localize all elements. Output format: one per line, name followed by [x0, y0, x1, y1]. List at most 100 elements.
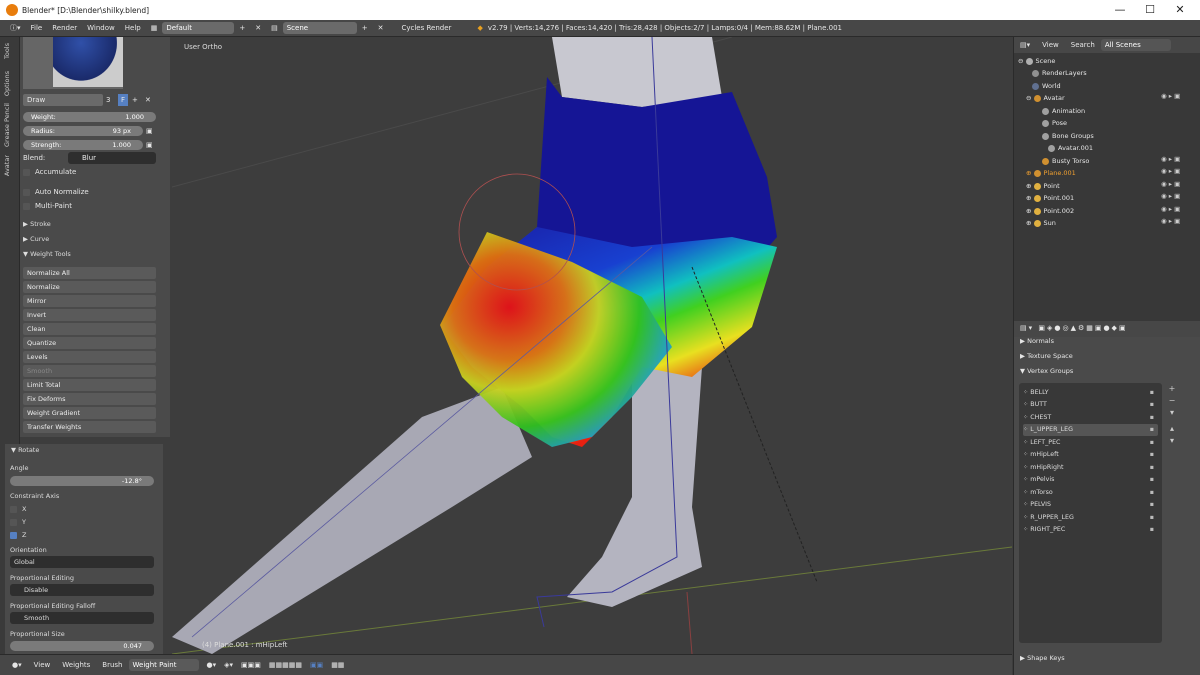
visibility-icon[interactable]: ◉ ▸ ▣	[1161, 167, 1180, 175]
fix-deforms-button[interactable]: Fix Deforms	[23, 393, 156, 405]
lock-icon[interactable]: ▪	[1150, 449, 1154, 461]
limit-total-button[interactable]: Limit Total	[23, 379, 156, 391]
shading-icon[interactable]: ●▾	[203, 661, 221, 669]
falloff-select[interactable]: Smooth	[10, 612, 154, 624]
outliner-item[interactable]: ⊖ Scene	[1018, 55, 1055, 67]
mode-select[interactable]: Weight Paint	[128, 659, 199, 671]
menu-file[interactable]: File	[26, 24, 48, 32]
move-down-icon[interactable]: ▾	[1166, 435, 1178, 447]
remove-vertex-group-icon[interactable]: −	[1166, 395, 1178, 407]
texture-space-section[interactable]: ▶ Texture Space	[1020, 350, 1073, 362]
menu-weights[interactable]: Weights	[56, 661, 96, 669]
lock-icon[interactable]: ▪	[1150, 387, 1154, 399]
lock-icon[interactable]: ▪	[1150, 412, 1154, 424]
vertex-group-item[interactable]: ⁘ BELLY ▪	[1023, 387, 1158, 399]
tab-grease-pencil[interactable]: Grease Pencil	[3, 103, 11, 147]
menu-render[interactable]: Render	[47, 24, 82, 32]
vertex-group-item[interactable]: ⁘ R_UPPER_LEG ▪	[1023, 512, 1158, 524]
visibility-icon[interactable]: ◉ ▸ ▣	[1161, 180, 1180, 188]
lock-icon[interactable]: ▪	[1150, 524, 1154, 536]
outliner-item[interactable]: ⊕ Point	[1026, 180, 1060, 192]
lock-icon[interactable]: ▪	[1150, 499, 1154, 511]
operator-title[interactable]: ▼ Rotate	[11, 446, 39, 454]
stroke-section[interactable]: ▶ Stroke	[23, 220, 51, 228]
vertex-group-item[interactable]: ⁘ mHipLeft ▪	[1023, 449, 1158, 461]
menu-window[interactable]: Window	[82, 24, 120, 32]
outliner-item[interactable]: ⊕ Point.001	[1026, 192, 1074, 204]
lock-icon[interactable]: ▪	[1150, 487, 1154, 499]
render-engine-select[interactable]: Cycles Render	[396, 24, 472, 32]
weight-tools-section[interactable]: ▼ Weight Tools	[23, 250, 71, 258]
normals-section[interactable]: ▶ Normals	[1020, 335, 1054, 347]
viewport-scene[interactable]	[172, 37, 1012, 654]
vertex-group-item[interactable]: ⁘ mPelvis ▪	[1023, 474, 1158, 486]
tab-avatar[interactable]: Avatar	[3, 155, 11, 176]
clean-button[interactable]: Clean	[23, 323, 156, 335]
axis-z-checkbox[interactable]: Z	[10, 531, 26, 539]
multi-paint-checkbox[interactable]: Multi-Paint	[23, 200, 72, 212]
tab-options[interactable]: Options	[3, 71, 11, 96]
lock-icon[interactable]: ▪	[1150, 462, 1154, 474]
close-icon[interactable]: ✕	[1160, 0, 1200, 20]
outliner-item[interactable]: World	[1032, 80, 1061, 92]
visibility-icon[interactable]: ◉ ▸ ▣	[1161, 92, 1180, 100]
new-brush-icon[interactable]: +	[132, 94, 138, 106]
unlink-brush-icon[interactable]: ✕	[145, 94, 151, 106]
axis-x-checkbox[interactable]: X	[10, 505, 26, 513]
tab-tools[interactable]: Tools	[3, 43, 11, 59]
vertex-group-item[interactable]: ⁘ LEFT_PEC ▪	[1023, 437, 1158, 449]
lock-icon[interactable]: ▪	[1150, 474, 1154, 486]
remove-layout-icon[interactable]: ✕	[250, 24, 266, 32]
vertex-group-item[interactable]: ⁘ mHipRight ▪	[1023, 462, 1158, 474]
lock-icon[interactable]: ▪	[1150, 424, 1154, 436]
visibility-icon[interactable]: ◉ ▸ ▣	[1161, 205, 1180, 213]
lock-icon[interactable]: ▪	[1150, 512, 1154, 524]
normalize-all-button[interactable]: Normalize All	[23, 267, 156, 279]
visibility-icon[interactable]: ◉ ▸ ▣	[1161, 217, 1180, 225]
render-preview-icon[interactable]: ▦▦	[327, 661, 348, 669]
add-scene-icon[interactable]: +	[357, 24, 373, 32]
outliner-item-selected[interactable]: ⊕ Plane.001	[1026, 167, 1076, 179]
add-vertex-group-icon[interactable]: +	[1166, 383, 1178, 395]
lock-icon[interactable]: ▪	[1150, 399, 1154, 411]
layout-icon[interactable]: ▦	[146, 24, 163, 32]
outliner-item[interactable]: ⊕ Sun	[1026, 217, 1056, 229]
properties-tab-icons[interactable]: ▤▾ ▣◈●◎▲⚙▦▣●◆▣	[1020, 324, 1128, 332]
brush-preview[interactable]	[23, 37, 123, 89]
quantize-button[interactable]: Quantize	[23, 337, 156, 349]
vertex-group-item[interactable]: ⁘ RIGHT_PEC ▪	[1023, 524, 1158, 536]
invert-button[interactable]: Invert	[23, 309, 156, 321]
visibility-icon[interactable]: ◉ ▸ ▣	[1161, 155, 1180, 163]
pressure-strength-icon[interactable]: ▣	[146, 139, 153, 151]
brush-name-field[interactable]: Draw	[23, 94, 103, 106]
vertex-group-item-active[interactable]: ⁘ L_UPPER_LEG ▪	[1023, 424, 1158, 436]
outliner-search-menu[interactable]: Search	[1065, 41, 1101, 49]
curve-section[interactable]: ▶ Curve	[23, 235, 49, 243]
vertex-group-item[interactable]: ⁘ BUTT ▪	[1023, 399, 1158, 411]
remove-scene-icon[interactable]: ✕	[373, 24, 389, 32]
levels-button[interactable]: Levels	[23, 351, 156, 363]
outliner-item[interactable]: Pose	[1042, 117, 1067, 129]
outliner-item[interactable]: ⊖ Avatar	[1026, 92, 1065, 104]
mask-icon[interactable]: ▣▣	[306, 661, 327, 669]
editor-type-icon[interactable]: ●▾	[0, 661, 28, 669]
layout-field[interactable]: Default	[162, 22, 235, 34]
outliner-item[interactable]: RenderLayers	[1032, 67, 1087, 79]
proportional-editing-select[interactable]: Disable	[10, 584, 154, 596]
smooth-button[interactable]: Smooth	[23, 365, 156, 377]
vertex-group-item[interactable]: ⁘ PELVIS ▪	[1023, 499, 1158, 511]
outliner-item[interactable]: ⊕ Point.002	[1026, 205, 1074, 217]
manipulator-icon[interactable]: ▣▣▣	[237, 661, 265, 669]
outliner-item[interactable]: Busty Torso	[1042, 155, 1089, 167]
outliner-item[interactable]: Bone Groups	[1042, 130, 1094, 142]
info-icon[interactable]: ⓘ▾	[0, 23, 26, 33]
pivot-icon[interactable]: ◈▾	[220, 661, 237, 669]
outliner-view-menu[interactable]: View	[1036, 41, 1065, 49]
proportional-size-slider[interactable]: 0.047	[10, 641, 154, 651]
outliner-editor-icon[interactable]: ▤▾	[1014, 41, 1036, 49]
weight-slider[interactable]: Weight: 1.000	[23, 112, 156, 122]
visibility-icon[interactable]: ◉ ▸ ▣	[1161, 192, 1180, 200]
strength-slider[interactable]: Strength: 1.000	[23, 140, 143, 150]
layers-icon[interactable]: ▦▦▦▦▦	[265, 661, 306, 669]
accumulate-checkbox[interactable]: Accumulate	[23, 166, 76, 178]
